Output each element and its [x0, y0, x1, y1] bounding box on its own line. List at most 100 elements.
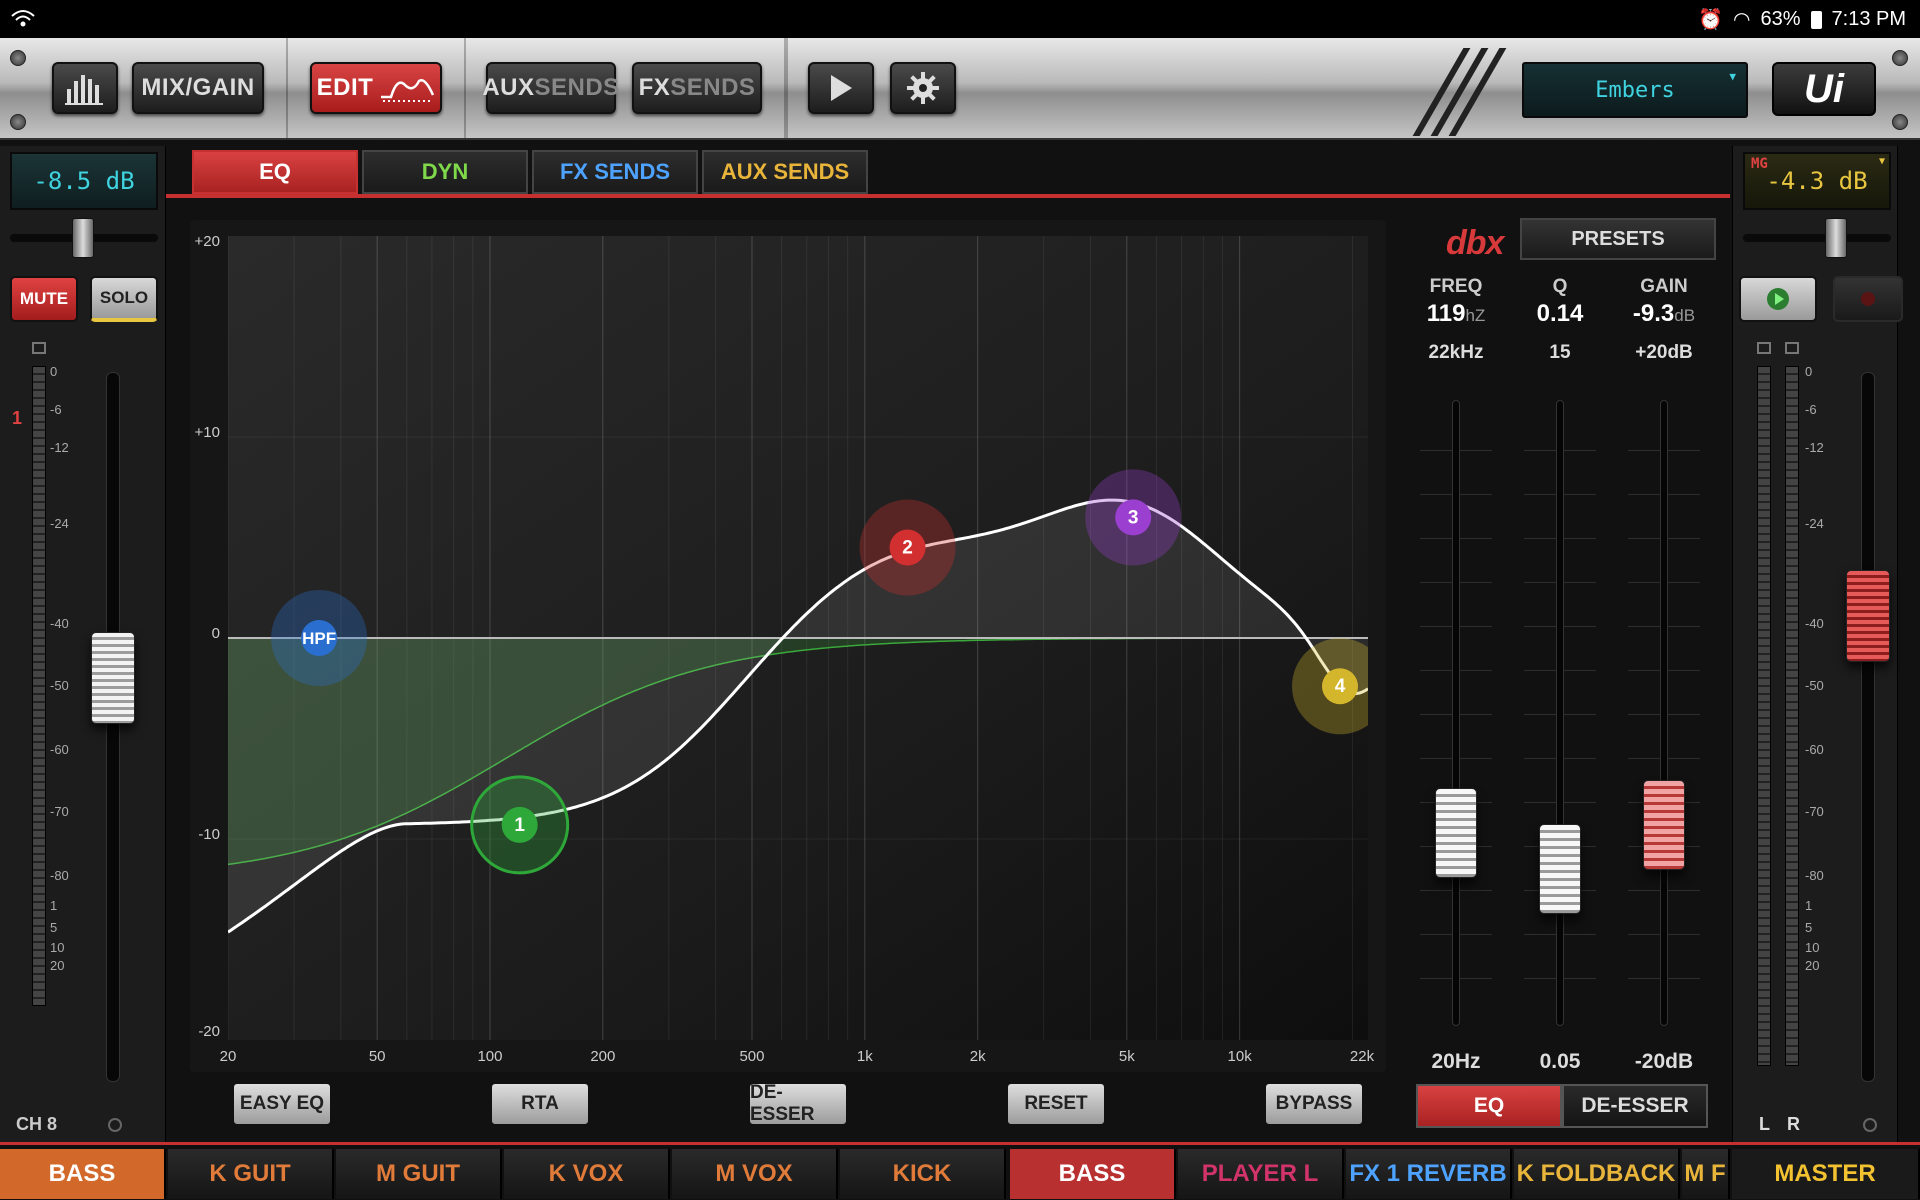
reset-button[interactable]: RESET	[1006, 1082, 1106, 1126]
channel-tab-bass[interactable]: BASS	[0, 1149, 166, 1199]
tab-fx-sends[interactable]: FX SENDS	[532, 150, 698, 194]
meter-scale-label: -50	[1805, 678, 1824, 693]
master-balance-slider[interactable]	[1743, 218, 1891, 258]
screw-icon	[10, 114, 26, 130]
snapshot-display[interactable]: Embers ▼	[1522, 62, 1748, 118]
meter-right-label: R	[1787, 1114, 1800, 1134]
de-esser-button[interactable]: DE-ESSER	[748, 1082, 848, 1126]
master-fader-track[interactable]	[1861, 372, 1875, 1082]
sends-label: SENDS	[534, 74, 620, 101]
tab-dyn[interactable]: DYN	[362, 150, 528, 194]
q-column: Q 0.14 15 0.05	[1510, 276, 1610, 1073]
channel-tab-k-guit[interactable]: K GUIT	[168, 1149, 334, 1199]
record-button[interactable]	[1833, 276, 1903, 322]
meter-right	[1785, 366, 1799, 1066]
q-fader-track[interactable]	[1556, 400, 1564, 1026]
eq-node-label: 2	[902, 538, 913, 559]
master-level-display: MG -4.3 dB ▼	[1743, 152, 1891, 210]
mode-eq-button[interactable]: EQ	[1416, 1084, 1562, 1128]
gain-value: -9.3	[1632, 300, 1675, 327]
pan-knob[interactable]	[72, 218, 94, 258]
channel-tab-bass[interactable]: BASS	[1010, 1149, 1176, 1199]
clip-indicator-r	[1785, 342, 1799, 354]
balance-knob[interactable]	[1825, 218, 1847, 258]
freq-label: FREQ	[1429, 276, 1483, 297]
channel-tab-k-vox[interactable]: K VOX	[504, 1149, 670, 1199]
freq-fader-track[interactable]	[1452, 400, 1460, 1026]
mixer-bars-icon	[65, 75, 103, 105]
freq-fader-cap[interactable]	[1435, 788, 1477, 878]
alarm-icon: ⏰	[1698, 9, 1724, 31]
eq-node-1[interactable]: 1	[470, 775, 570, 875]
wifi-icon	[10, 8, 36, 34]
bypass-button[interactable]: BYPASS	[1264, 1082, 1364, 1126]
gain-column: GAIN -9.3dB +20dB -20dB	[1614, 276, 1714, 1073]
mix-gain-button[interactable]: MIX/GAIN	[132, 62, 264, 114]
channel-tab-m-vox[interactable]: M VOX	[672, 1149, 838, 1199]
channel-fader-cap[interactable]	[91, 632, 135, 724]
q-label: Q	[1552, 276, 1568, 297]
settings-button[interactable]	[890, 62, 956, 114]
link-icon[interactable]	[1863, 1118, 1877, 1132]
eq-graph[interactable]: HPF 1 2 3 4	[228, 236, 1368, 1040]
battery-percent: 63%	[1760, 8, 1801, 30]
q-value: 0.14	[1536, 300, 1584, 327]
fx-sends-button[interactable]: FX SENDS	[632, 62, 762, 114]
channel-tab-k-foldback[interactable]: K FOLDBACK	[1514, 1149, 1680, 1199]
meter-scale-label: -70	[50, 804, 69, 819]
gain-fader-cap[interactable]	[1643, 780, 1685, 870]
gain-min: -20dB	[1634, 1050, 1694, 1073]
mg-tag: MG	[1751, 156, 1768, 172]
presets-button[interactable]: PRESETS	[1520, 218, 1716, 260]
peak-marker: 1	[12, 408, 23, 428]
eq-node-label: 1	[514, 815, 525, 836]
q-fader-cap[interactable]	[1539, 824, 1581, 914]
ui-logo-button[interactable]: Ui	[1772, 62, 1876, 116]
play-icon	[1767, 288, 1789, 310]
channel-number: CH 8	[16, 1114, 58, 1134]
gain-fader-track[interactable]	[1660, 400, 1668, 1026]
clip-indicator	[32, 342, 46, 354]
eq-node-2[interactable]: 2	[859, 499, 956, 596]
easy-eq-button[interactable]: EASY EQ	[232, 1082, 332, 1126]
play-button[interactable]	[808, 62, 874, 114]
channel-fader-track[interactable]	[106, 372, 120, 1082]
snapshot-name: Embers	[1595, 77, 1675, 103]
pan-slider[interactable]	[10, 218, 158, 258]
tab-eq[interactable]: EQ	[192, 150, 358, 194]
channel-tab-m-guit[interactable]: M GUIT	[336, 1149, 502, 1199]
solo-button[interactable]: SOLO	[90, 276, 158, 322]
freq-unit: hZ	[1465, 306, 1486, 325]
meter-scale-label: -80	[50, 868, 69, 883]
master-fader-cap[interactable]	[1846, 570, 1890, 662]
mixer-overview-button[interactable]	[52, 62, 118, 114]
channel-tab-player-l[interactable]: PLAYER L	[1178, 1149, 1344, 1199]
eq-node-3[interactable]: 3	[1085, 469, 1182, 566]
eq-node-hpf[interactable]: HPF	[271, 590, 368, 686]
meter-scale-label: -12	[50, 440, 69, 455]
channel-tab-fx-1-reverb[interactable]: FX 1 REVERB	[1346, 1149, 1512, 1199]
q-min: 0.05	[1539, 1050, 1581, 1073]
rta-button[interactable]: RTA	[490, 1082, 590, 1126]
channel-tab-master[interactable]: MASTER	[1732, 1149, 1920, 1199]
meter-scale-label: 10	[1805, 940, 1820, 955]
channel-tab-m-f[interactable]: M F	[1682, 1149, 1730, 1199]
tab-aux-sends[interactable]: AUX SENDS	[702, 150, 868, 194]
aux-label: AUX	[482, 74, 535, 101]
edit-button[interactable]: EDIT	[310, 62, 442, 114]
channel-tab-kick[interactable]: KICK	[840, 1149, 1006, 1199]
mute-button[interactable]: MUTE	[10, 276, 78, 322]
gain-max: +20dB	[1635, 342, 1693, 363]
mode-de-esser-button[interactable]: DE-ESSER	[1562, 1084, 1708, 1128]
screw-icon	[1892, 50, 1908, 66]
meter-scale-label: 1	[1805, 898, 1813, 913]
parameter-panel: dbx PRESETS FREQ 119hZ 22kHz 20Hz Q 0.14…	[1386, 210, 1730, 1130]
clip-indicator-l	[1757, 342, 1771, 354]
meter-scale-label: -12	[1805, 440, 1824, 455]
master-play-button[interactable]	[1739, 276, 1817, 322]
meter-scale-label: -6	[50, 402, 62, 417]
link-icon[interactable]	[108, 1118, 122, 1132]
eq-node-label: 3	[1128, 507, 1139, 528]
aux-sends-button[interactable]: AUX SENDS	[482, 62, 619, 114]
status-bar: ⏰ ◠ 63% 7:13 PM	[0, 0, 1920, 38]
